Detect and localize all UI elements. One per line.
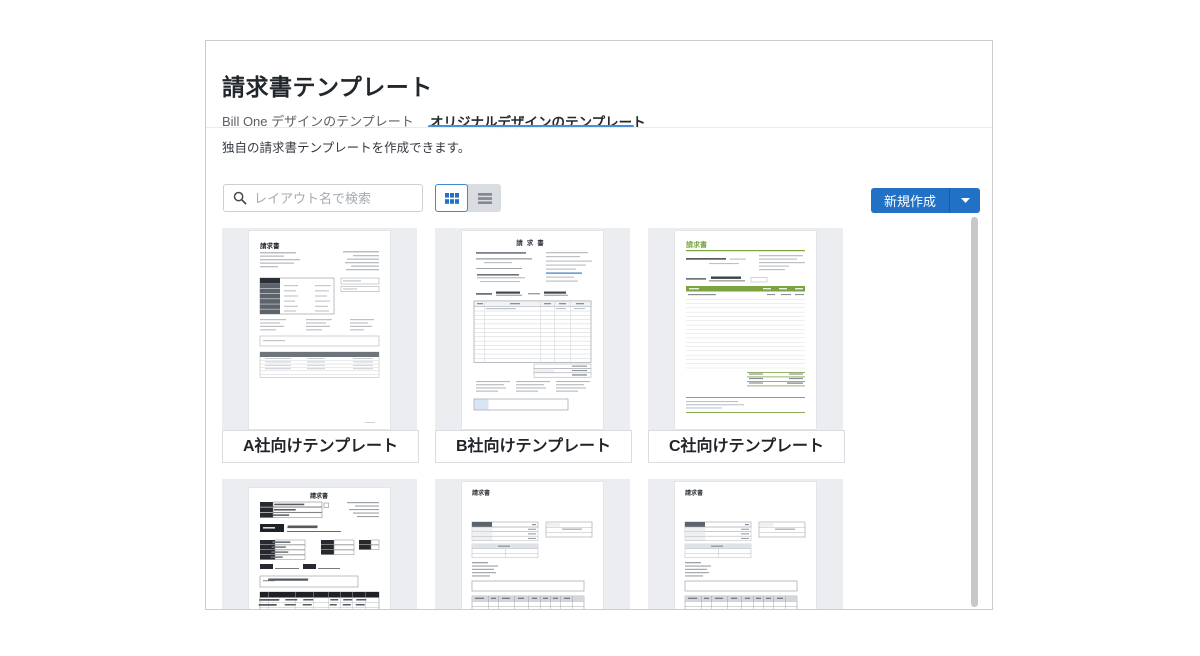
template-card-5[interactable]: 請求書 <box>435 479 630 609</box>
svg-text:請求書: 請求書 <box>685 489 703 497</box>
template-card-a[interactable]: 請求書 A社向けテンプレート <box>222 228 419 463</box>
template-name: C社向けテンプレート <box>648 430 845 463</box>
template-name: A社向けテンプレート <box>222 430 419 463</box>
template-thumbnail: 請求書 <box>435 479 630 609</box>
template-thumbnail: 請求書 <box>648 228 843 430</box>
list-view-icon <box>477 192 492 204</box>
svg-text:請求書: 請求書 <box>516 238 548 247</box>
vertical-scrollbar[interactable] <box>971 217 978 607</box>
page-title: 請求書テンプレート <box>222 74 433 101</box>
tabs-divider <box>206 127 992 128</box>
chevron-down-icon <box>960 198 970 203</box>
grid-view-icon <box>444 192 459 204</box>
template-thumbnail: 請求書 <box>648 479 843 609</box>
template-name: B社向けテンプレート <box>435 430 632 463</box>
template-thumbnail: 請求書 <box>222 479 417 609</box>
create-new-dropdown-button[interactable] <box>949 188 980 213</box>
grid-view-button[interactable] <box>435 184 468 212</box>
template-thumbnail: 請求書 <box>435 228 630 430</box>
create-new-split-button: 新規作成 <box>871 188 980 213</box>
template-thumbnail: 請求書 <box>222 228 417 430</box>
search-input[interactable] <box>247 190 422 206</box>
list-view-button[interactable] <box>468 184 501 212</box>
invoice-template-panel: 請求書テンプレート Bill One デザインのテンプレート オリジナルデザイン… <box>205 40 993 610</box>
search-icon <box>233 191 247 205</box>
template-card-c[interactable]: 請求書 C社向けテンプレート <box>648 228 845 463</box>
svg-text:請求書: 請求書 <box>472 489 490 497</box>
svg-text:請求書: 請求書 <box>686 240 707 249</box>
svg-text:請求書: 請求書 <box>260 241 280 250</box>
view-toggle-group <box>435 184 501 212</box>
svg-text:請求書: 請求書 <box>310 492 328 500</box>
create-new-button[interactable]: 新規作成 <box>871 188 949 213</box>
tab-original-design[interactable]: オリジナルデザインのテンプレート <box>430 111 646 131</box>
search-input-wrapper <box>223 184 423 212</box>
template-card-b[interactable]: 請求書 B社向けテンプレート <box>435 228 632 463</box>
template-card-4[interactable]: 請求書 <box>222 479 417 609</box>
page-description: 独自の請求書テンプレートを作成できます。 <box>222 141 471 155</box>
template-card-6[interactable]: 請求書 <box>648 479 843 609</box>
